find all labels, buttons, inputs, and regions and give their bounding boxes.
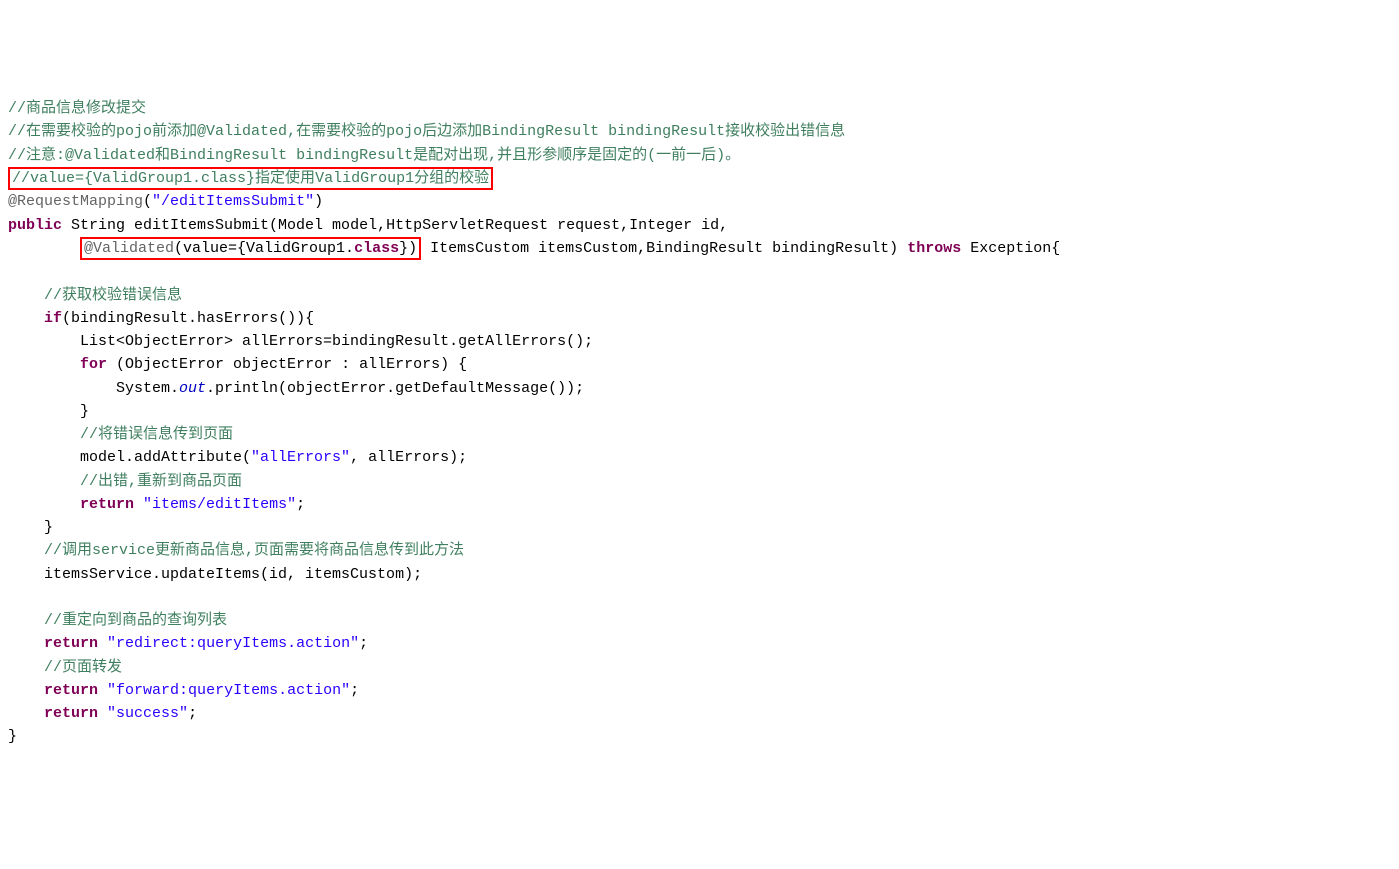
comment-line: //获取校验错误信息 [8, 287, 182, 304]
code-block: //商品信息修改提交 //在需要校验的pojo前添加@Validated,在需要… [8, 97, 1391, 749]
comment-line: //页面转发 [8, 659, 122, 676]
highlight-box-validated: @Validated(value={ValidGroup1.class}) [80, 237, 421, 261]
comment-line: //出错,重新到商品页面 [8, 473, 242, 490]
code-text: } [8, 519, 53, 536]
comment-line: //在需要校验的pojo前添加@Validated,在需要校验的pojo后边添加… [8, 123, 845, 140]
code-text: ; [359, 635, 368, 652]
code-text: }) [399, 240, 417, 257]
keyword: throws [907, 240, 961, 257]
code-text: (ObjectError objectError : allErrors) { [107, 356, 467, 373]
comment-line: //调用service更新商品信息,页面需要将商品信息传到此方法 [8, 542, 464, 559]
comment-line: //将错误信息传到页面 [8, 426, 233, 443]
code-text: ItemsCustom itemsCustom,BindingResult bi… [421, 240, 907, 257]
string-literal: "redirect:queryItems.action" [107, 635, 359, 652]
code-text: ; [350, 682, 359, 699]
code-text: (value={ValidGroup1. [174, 240, 354, 257]
annotation: @Validated [84, 240, 174, 257]
code-text: ; [296, 496, 305, 513]
code-text: itemsService.updateItems(id, itemsCustom… [8, 566, 422, 583]
static-field: out [179, 380, 206, 397]
comment-line: //重定向到商品的查询列表 [8, 612, 227, 629]
highlight-box-comment: //value={ValidGroup1.class}指定使用ValidGrou… [8, 167, 493, 191]
string-literal: "forward:queryItems.action" [107, 682, 350, 699]
keyword: return [44, 705, 98, 722]
code-text: } [8, 403, 89, 420]
code-text: } [8, 728, 17, 745]
code-text: .println(objectError.getDefaultMessage()… [206, 380, 584, 397]
string-literal: "items/editItems" [143, 496, 296, 513]
annotation: @RequestMapping [8, 193, 143, 210]
string-literal: "success" [107, 705, 188, 722]
code-text: , allErrors); [350, 449, 467, 466]
code-text [8, 240, 80, 257]
string-literal: "/editItemsSubmit" [152, 193, 314, 210]
keyword: return [44, 682, 98, 699]
code-text: String editItemsSubmit(Model model,HttpS… [62, 217, 728, 234]
string-literal: "allErrors" [251, 449, 350, 466]
code-text: Exception{ [961, 240, 1060, 257]
keyword: for [80, 356, 107, 373]
code-text: model.addAttribute( [8, 449, 251, 466]
code-text: (bindingResult.hasErrors()){ [62, 310, 314, 327]
code-text: ; [188, 705, 197, 722]
comment-line: //商品信息修改提交 [8, 100, 146, 117]
code-text: ) [314, 193, 323, 210]
keyword: if [44, 310, 62, 327]
code-text: List<ObjectError> allErrors=bindingResul… [8, 333, 593, 350]
code-text: ( [143, 193, 152, 210]
code-text: System. [8, 380, 179, 397]
comment-line: //value={ValidGroup1.class}指定使用ValidGrou… [12, 170, 489, 187]
keyword: return [44, 635, 98, 652]
keyword: public [8, 217, 62, 234]
comment-line: //注意:@Validated和BindingResult bindingRes… [8, 147, 740, 164]
keyword: return [80, 496, 134, 513]
keyword: class [354, 240, 399, 257]
